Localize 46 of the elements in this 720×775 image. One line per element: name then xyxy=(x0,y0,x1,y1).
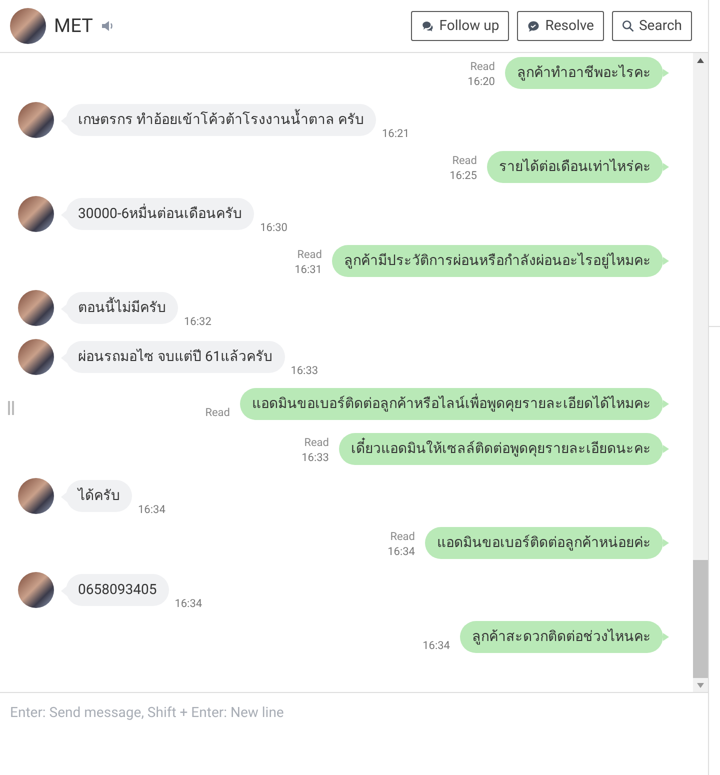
bubble-tail xyxy=(663,257,669,265)
bubble-tail xyxy=(663,539,669,547)
avatar-photo xyxy=(18,572,54,608)
message-input-field[interactable]: Enter: Send message, Shift + Enter: New line xyxy=(0,693,708,775)
avatar-photo xyxy=(10,8,46,44)
scroll-up-icon[interactable] xyxy=(697,58,704,62)
message-time: 16:34 xyxy=(388,544,415,559)
message-time: 16:21 xyxy=(382,126,410,142)
message-check-icon xyxy=(527,20,540,32)
drag-handle-icon[interactable] xyxy=(8,401,14,415)
read-status: Read xyxy=(297,247,322,262)
read-status: Read xyxy=(390,529,415,544)
message-time: 16:31 xyxy=(294,262,322,277)
read-status: Read xyxy=(205,405,230,420)
message-time: 16:32 xyxy=(184,314,212,330)
avatar-photo xyxy=(18,102,54,138)
avatar-photo xyxy=(18,290,54,326)
message-time: 16:20 xyxy=(468,74,495,89)
resolve-button[interactable]: Resolve xyxy=(517,11,604,41)
avatar-photo xyxy=(18,478,54,514)
bubble-tail xyxy=(663,445,669,453)
search-button[interactable]: Search xyxy=(612,11,692,41)
message-time: 16:25 xyxy=(450,168,477,183)
scrollbar-thumb[interactable] xyxy=(693,560,708,678)
read-status: Read xyxy=(304,435,329,450)
search-icon xyxy=(622,20,634,32)
follow-up-button[interactable]: Follow up xyxy=(411,11,510,41)
bubble-tail xyxy=(663,69,669,77)
message-time: 16:34 xyxy=(174,596,202,612)
message-time: 16:33 xyxy=(290,362,318,378)
scrollbar[interactable] xyxy=(693,53,708,692)
message-time: 16:33 xyxy=(302,450,329,465)
chat-bubbles-icon xyxy=(421,20,434,32)
avatar-photo xyxy=(18,196,54,232)
scroll-down-icon[interactable] xyxy=(697,682,704,688)
read-status: Read xyxy=(470,59,495,74)
bubble-tail xyxy=(663,633,669,641)
avatar-photo xyxy=(18,339,54,375)
contact-name: MET xyxy=(54,12,93,39)
message-time: 16:34 xyxy=(422,638,450,653)
bubble-tail xyxy=(663,400,669,408)
speaker-icon[interactable] xyxy=(100,20,115,32)
message-time: 16:30 xyxy=(260,220,288,236)
message-time: 16:34 xyxy=(138,502,166,518)
bubble-tail xyxy=(663,163,669,171)
read-status: Read xyxy=(452,153,477,168)
